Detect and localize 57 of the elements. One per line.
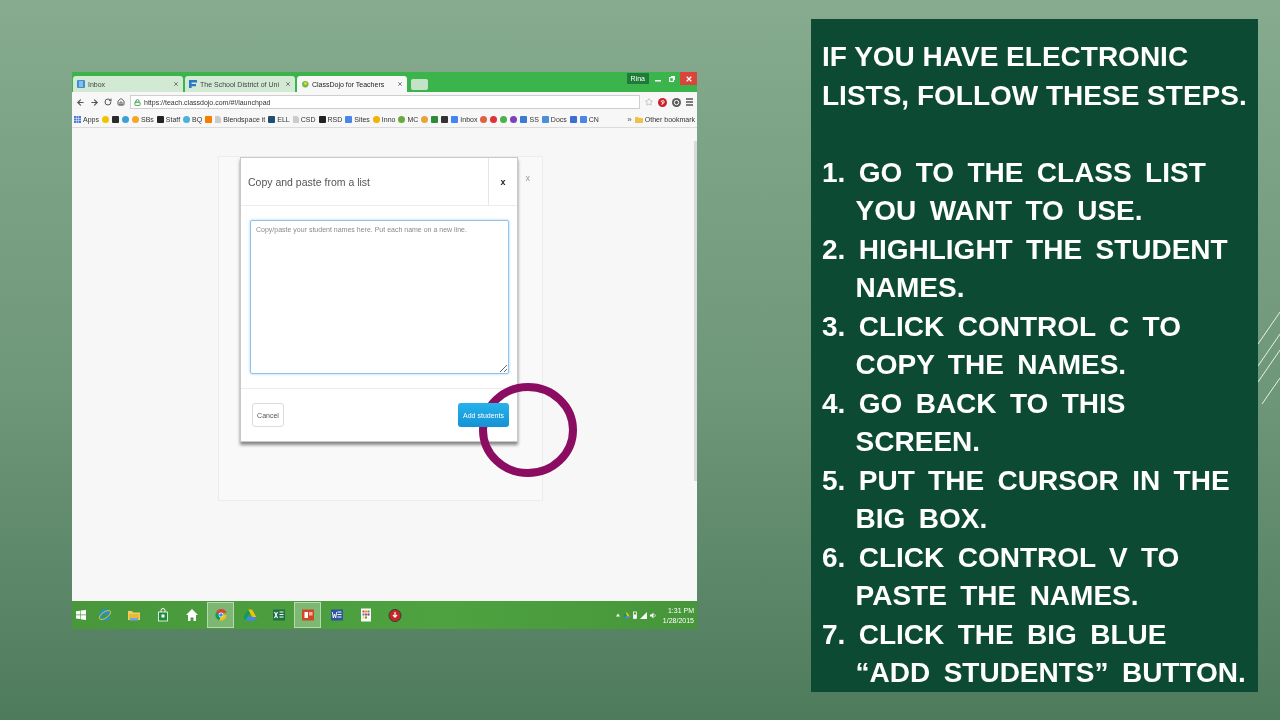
round-favicon-icon[interactable] xyxy=(490,116,498,123)
instructions-heading: IF YOU HAVE ELECTRONIC LISTS, FOLLOW THESE STEPS. xyxy=(822,40,1248,113)
windows-logo-icon xyxy=(75,610,86,620)
instruction-step: 6. CLICK CONTROL V TO PASTE THE NAMES. xyxy=(822,538,1252,616)
dialog-title: Copy and paste from a list xyxy=(247,174,371,190)
tricolor-circle-icon xyxy=(213,608,228,622)
instruction-step: 1. GO TO THE CLASS LIST YOU WANT TO USE. xyxy=(822,153,1252,231)
back-arrow-icon[interactable] xyxy=(76,97,85,107)
signal-icon[interactable] xyxy=(639,611,647,619)
home-icon[interactable] xyxy=(117,98,125,106)
blob-logo-icon xyxy=(301,80,309,88)
document-icon xyxy=(329,608,344,622)
round-favicon-icon[interactable] xyxy=(510,116,518,123)
close-icon xyxy=(684,74,693,83)
menu-icon[interactable] xyxy=(686,98,693,106)
round-favicon-icon[interactable] xyxy=(500,116,508,123)
tile-grid-icon xyxy=(358,608,373,622)
star-icon[interactable] xyxy=(645,98,653,106)
instruction-step: 7. CLICK THE BIG BLUE “ADD STUDENTS” BUTTON. xyxy=(822,615,1252,693)
close-button[interactable] xyxy=(680,72,697,85)
e-logo-icon xyxy=(97,608,112,622)
close-icon[interactable] xyxy=(285,81,291,87)
battery-icon[interactable] xyxy=(632,611,637,619)
close-button[interactable]: x xyxy=(488,158,517,205)
restore-icon xyxy=(668,75,675,82)
lock-icon xyxy=(134,98,141,106)
square-favicon-icon[interactable] xyxy=(441,116,449,123)
folder-icon xyxy=(126,608,141,622)
instruction-step: 4. GO BACK TO THIS SCREEN. xyxy=(822,384,1252,462)
faded-close-mark: x xyxy=(525,173,530,183)
triangle-logo-icon xyxy=(242,608,257,622)
taskbar-button[interactable] xyxy=(207,602,234,628)
caret-up-icon[interactable] xyxy=(615,613,620,617)
reload-icon[interactable] xyxy=(104,98,112,106)
flag-logo-icon xyxy=(189,80,197,88)
instruction-step: 3. CLICK CONTROL C TO COPY THE NAMES. xyxy=(822,307,1252,385)
mail-tile-icon xyxy=(77,80,85,88)
spreadsheet-icon xyxy=(271,608,286,622)
bookmarks-overflow[interactable]: » xyxy=(627,115,632,124)
pin-badge-icon[interactable] xyxy=(658,97,667,107)
home-icon xyxy=(184,608,199,622)
round-favicon-icon[interactable] xyxy=(480,116,488,123)
round-extension-icon[interactable] xyxy=(672,97,681,107)
shopping-bag-icon xyxy=(155,608,170,622)
speaker-icon[interactable] xyxy=(649,611,656,619)
presentation-icon xyxy=(300,608,315,622)
instruction-step: 5. PUT THE CURSOR IN THE BIG BOX. xyxy=(822,461,1252,539)
scrollbar[interactable] xyxy=(694,141,697,481)
close-icon[interactable] xyxy=(397,81,403,87)
folder-icon xyxy=(634,116,643,123)
square-favicon-icon[interactable] xyxy=(111,116,119,123)
download-ball-icon xyxy=(387,608,402,622)
forward-arrow-icon[interactable] xyxy=(90,97,99,107)
close-icon[interactable] xyxy=(173,81,179,87)
instruction-step: 2. HIGHLIGHT THE STUDENT NAMES. xyxy=(822,230,1252,308)
taskbar-button[interactable] xyxy=(294,602,321,628)
triangle-logo-icon[interactable] xyxy=(622,611,630,619)
